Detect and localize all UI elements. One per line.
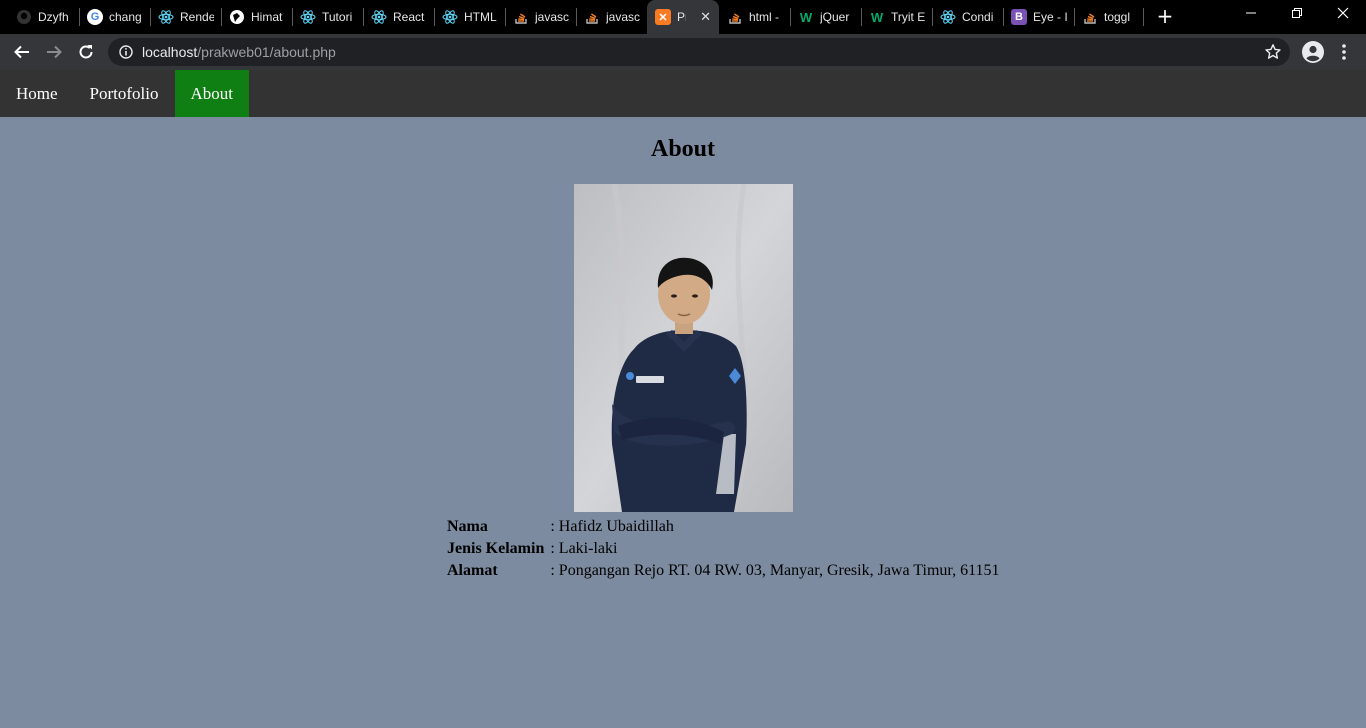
tab-himat[interactable]: Himat <box>229 6 285 28</box>
close-tab-icon[interactable]: ✕ <box>700 9 711 25</box>
table-row: Alamat : Pongangan Rejo RT. 04 RW. 03, M… <box>445 560 1002 582</box>
tab-separator <box>79 8 80 26</box>
tab-separator <box>1003 8 1004 26</box>
tab-label: Tryit E <box>891 10 925 24</box>
url-text: localhost/prakweb01/about.php <box>142 44 336 60</box>
table-row: Nama : Hafidz Ubaidillah <box>445 516 1002 538</box>
tab-label: javasc <box>606 10 640 24</box>
reload-icon[interactable] <box>74 40 98 64</box>
tab-separator <box>1074 8 1075 26</box>
tab-tryit[interactable]: W Tryit E <box>869 6 925 28</box>
tab-separator <box>790 8 791 26</box>
tab-javasc-2[interactable]: javasc <box>584 6 640 28</box>
tab-label: Rende <box>180 10 214 24</box>
tab-separator <box>932 8 933 26</box>
row-value: : Pongangan Rejo RT. 04 RW. 03, Manyar, … <box>550 562 1000 579</box>
tab-separator <box>505 8 506 26</box>
tab-strip: Dzyfh G chang Rende Himat Tutori React H… <box>0 0 1366 34</box>
tab-label: javasc <box>535 10 569 24</box>
site-nav: Home Portofolio About <box>0 70 1366 117</box>
w3schools-icon: W <box>799 9 813 25</box>
tab-html-dash[interactable]: html - <box>727 6 783 28</box>
tab-separator <box>292 8 293 26</box>
url-host: localhost <box>142 44 198 60</box>
address-bar[interactable]: localhost/prakweb01/about.php <box>108 38 1290 66</box>
react-icon <box>158 9 174 25</box>
tab-label: Tutori <box>322 10 353 24</box>
tab-label: html - <box>749 10 779 24</box>
tab-tutori[interactable]: Tutori <box>300 6 356 28</box>
browser-toolbar: localhost/prakweb01/about.php <box>0 34 1366 70</box>
tab-label: toggl <box>1104 10 1131 24</box>
row-key: Jenis Kelamin <box>447 540 545 557</box>
tab-separator <box>221 8 222 26</box>
restore-icon[interactable] <box>1274 4 1320 26</box>
stackoverflow-icon <box>513 9 529 25</box>
stackoverflow-icon <box>1082 9 1098 25</box>
minimize-icon[interactable] <box>1228 4 1274 26</box>
profile-photo <box>574 184 793 512</box>
stackoverflow-icon <box>584 9 600 25</box>
xampp-icon: ✕ <box>655 9 671 25</box>
profile-info-table: Nama : Hafidz Ubaidillah Jenis Kelamin :… <box>445 516 1002 582</box>
url-path: /prakweb01/about.php <box>197 44 336 60</box>
row-value: : Hafidz Ubaidillah <box>550 518 674 535</box>
new-tab-plus-icon[interactable]: + <box>1155 5 1175 27</box>
tab-label: Condi <box>962 10 994 24</box>
tab-dzyfh[interactable]: Dzyfh <box>16 6 72 28</box>
tab-react[interactable]: React <box>371 6 427 28</box>
bookmark-star-icon[interactable] <box>1264 43 1282 61</box>
react-icon <box>940 9 956 25</box>
bootstrap-icon: B <box>1011 9 1027 25</box>
tab-javasc-1[interactable]: javasc <box>513 6 569 28</box>
tab-separator <box>576 8 577 26</box>
tab-label: jQuer <box>820 10 850 24</box>
profile-avatar-icon[interactable] <box>1302 41 1324 63</box>
nav-home-link[interactable]: Home <box>0 70 74 117</box>
tab-html[interactable]: HTML <box>442 6 498 28</box>
tab-label: Eye - I <box>1033 10 1067 24</box>
row-key: Nama <box>447 518 488 535</box>
tab-eye[interactable]: B Eye - I <box>1011 6 1067 28</box>
tab-label: React <box>393 10 425 24</box>
about-content: About Nama: Hafidz Ubaidillah Jenis Kel… <box>0 117 1366 579</box>
tab-jquer[interactable]: W jQuer <box>798 6 854 28</box>
page-title: About <box>650 136 716 162</box>
react-icon <box>371 9 387 25</box>
react-icon <box>300 9 316 25</box>
tab-condi[interactable]: Condi <box>940 6 996 28</box>
tab-label: Pr <box>677 10 686 24</box>
row-key: Alamat <box>447 562 498 579</box>
github-icon <box>16 9 32 25</box>
nav-about-link[interactable]: About <box>174 70 249 117</box>
tab-label: Himat <box>251 10 283 24</box>
menu-dots-icon[interactable] <box>1336 42 1352 62</box>
google-icon: G <box>87 9 103 25</box>
table-row: Jenis Kelamin : Laki-laki <box>445 538 1002 560</box>
w3schools-icon: W <box>870 9 884 25</box>
tab-separator <box>861 8 862 26</box>
tab-separator <box>150 8 151 26</box>
tab-separator <box>434 8 435 26</box>
tab-toggl[interactable]: toggl <box>1082 6 1138 28</box>
tab-label: Dzyfh <box>38 10 69 24</box>
tab-label: HTML <box>464 10 497 24</box>
react-icon <box>442 9 458 25</box>
nav-portofolio-link[interactable]: Portofolio <box>74 70 175 117</box>
tab-active-pr[interactable]: ✕ Pr ✕ <box>647 0 719 34</box>
info-icon[interactable] <box>119 45 133 59</box>
tab-rende[interactable]: Rende <box>158 6 214 28</box>
tab-label: chang <box>109 10 142 24</box>
globe-icon <box>229 9 245 25</box>
forward-arrow-icon[interactable] <box>42 40 66 64</box>
back-arrow-icon[interactable] <box>10 40 34 64</box>
close-window-icon[interactable] <box>1320 4 1366 26</box>
row-value: : Laki-laki <box>550 540 618 557</box>
stackoverflow-icon <box>727 9 743 25</box>
tab-separator <box>1143 8 1144 26</box>
tab-separator <box>363 8 364 26</box>
tab-chang[interactable]: G chang <box>87 6 143 28</box>
